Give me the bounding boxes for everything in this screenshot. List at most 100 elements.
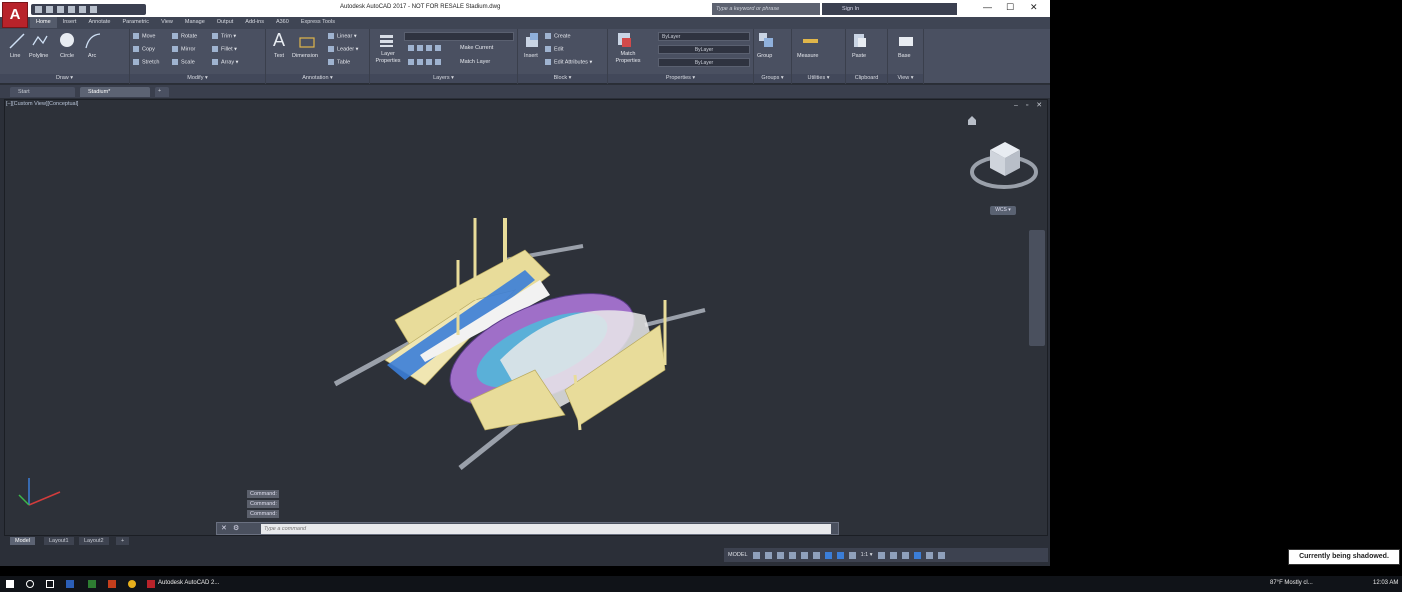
- rotate-button[interactable]: Rotate: [172, 33, 197, 39]
- match-properties-button[interactable]: Match Properties: [611, 51, 645, 65]
- hardware-acceleration-icon[interactable]: [913, 551, 921, 559]
- polyline-button[interactable]: Polyline: [29, 53, 48, 59]
- panel-annotation-title[interactable]: Annotation ▾: [266, 74, 369, 83]
- panel-block-title[interactable]: Block ▾: [518, 74, 607, 83]
- weather-widget[interactable]: 87°F Mostly cl...: [1270, 580, 1313, 586]
- circle-button[interactable]: Circle: [60, 53, 74, 59]
- copy-button[interactable]: Copy: [133, 46, 155, 52]
- stadium-model[interactable]: [5, 100, 1049, 537]
- search-input[interactable]: Type a keyword or phrase: [712, 3, 820, 15]
- new-tab-button[interactable]: +: [155, 87, 169, 97]
- wrench-icon[interactable]: ⚙: [233, 524, 239, 532]
- workspace-gear-icon[interactable]: [877, 551, 885, 559]
- tab-annotate[interactable]: Annotate: [82, 17, 116, 28]
- search-icon[interactable]: [26, 580, 34, 588]
- drawing-viewport[interactable]: [4, 99, 1048, 536]
- fillet-button[interactable]: Fillet ▾: [212, 46, 237, 52]
- command-input[interactable]: [261, 524, 831, 534]
- powerpoint-icon[interactable]: [108, 580, 116, 588]
- layer-tools-row-2[interactable]: [408, 59, 444, 65]
- tab-view[interactable]: View: [155, 17, 179, 28]
- linetype-dropdown[interactable]: ByLayer: [658, 45, 750, 54]
- maximize-button[interactable]: ☐: [1006, 2, 1014, 13]
- isolate-objects-icon[interactable]: [901, 551, 909, 559]
- panel-properties-title[interactable]: Properties ▾: [608, 74, 753, 83]
- arc-button[interactable]: Arc: [88, 53, 96, 59]
- tab-parametric[interactable]: Parametric: [116, 17, 155, 28]
- clock[interactable]: 12:03 AM: [1373, 580, 1398, 586]
- clean-screen-icon[interactable]: [925, 551, 933, 559]
- paste-button[interactable]: Paste: [852, 53, 866, 59]
- excel-icon[interactable]: [88, 580, 96, 588]
- layer-dropdown[interactable]: [404, 32, 514, 41]
- move-button[interactable]: Move: [133, 33, 155, 39]
- taskbar-app-label[interactable]: Autodesk AutoCAD 2...: [158, 580, 219, 586]
- sign-in-button[interactable]: Sign In: [822, 3, 957, 15]
- insert-button[interactable]: Insert: [524, 53, 538, 59]
- annotation-plus-icon[interactable]: [889, 551, 897, 559]
- selection-cycling-icon[interactable]: [836, 551, 844, 559]
- add-layout-button[interactable]: +: [116, 537, 130, 545]
- home-icon[interactable]: [968, 116, 976, 125]
- close-command-line-icon[interactable]: ✕: [221, 524, 227, 532]
- file-tab-stadium[interactable]: Stadium*: [80, 87, 150, 97]
- close-button[interactable]: ✕: [1030, 2, 1038, 13]
- task-view-icon[interactable]: [46, 580, 54, 588]
- viewport-label[interactable]: [–][Custom View][Conceptual]: [6, 101, 78, 107]
- layout-tab-layout1[interactable]: Layout1: [44, 537, 74, 545]
- leader-button[interactable]: Leader ▾: [328, 46, 358, 52]
- start-icon[interactable]: [6, 580, 14, 588]
- autocad-taskbar-icon[interactable]: [147, 580, 155, 588]
- navigation-bar[interactable]: [1029, 230, 1045, 346]
- dimension-button[interactable]: Dimension: [292, 53, 318, 59]
- color-dropdown[interactable]: ByLayer: [658, 32, 750, 41]
- tab-home[interactable]: Home: [30, 17, 57, 28]
- viewcube[interactable]: [970, 142, 1038, 189]
- stretch-button[interactable]: Stretch: [133, 59, 159, 65]
- array-button[interactable]: Array ▾: [212, 59, 238, 65]
- layer-tools-row-1[interactable]: [408, 45, 444, 51]
- model-space-button[interactable]: MODEL: [728, 552, 748, 558]
- tab-a360[interactable]: A360: [270, 17, 295, 28]
- ortho-icon[interactable]: [776, 551, 784, 559]
- dynamic-ucs-icon[interactable]: [824, 551, 832, 559]
- annotation-visibility-icon[interactable]: [848, 551, 856, 559]
- base-button[interactable]: Base: [898, 53, 911, 59]
- tab-manage[interactable]: Manage: [179, 17, 211, 28]
- layer-properties-button[interactable]: Layer Properties: [373, 51, 403, 65]
- scale-button[interactable]: Scale: [172, 59, 195, 65]
- group-button[interactable]: Group: [757, 53, 772, 59]
- panel-modify-title[interactable]: Modify ▾: [130, 74, 265, 83]
- panel-clipboard-title[interactable]: Clipboard: [846, 74, 887, 83]
- panel-view-title[interactable]: View ▾: [888, 74, 923, 83]
- panel-groups-title[interactable]: Groups ▾: [754, 74, 791, 83]
- otrack-icon[interactable]: [812, 551, 820, 559]
- layout-tab-model[interactable]: Model: [10, 537, 35, 545]
- table-button[interactable]: Table: [328, 59, 350, 65]
- lineweight-dropdown[interactable]: ByLayer: [658, 58, 750, 67]
- layout-tab-layout2[interactable]: Layout2: [79, 537, 109, 545]
- application-menu-button[interactable]: A: [2, 2, 28, 28]
- osnap-icon[interactable]: [800, 551, 808, 559]
- annotation-scale[interactable]: 1:1 ▾: [861, 552, 873, 558]
- minimize-button[interactable]: —: [983, 2, 992, 12]
- quick-access-toolbar[interactable]: [31, 4, 146, 15]
- customization-menu-icon[interactable]: [937, 551, 945, 559]
- match-layer-button[interactable]: Match Layer: [460, 59, 490, 65]
- grid-icon[interactable]: [752, 551, 760, 559]
- trim-button[interactable]: Trim ▾: [212, 33, 236, 39]
- line-button[interactable]: Line: [10, 53, 20, 59]
- viewport-controls[interactable]: – ▫ ✕: [1014, 101, 1045, 109]
- wcs-menu[interactable]: WCS ▾: [990, 206, 1016, 215]
- text-button[interactable]: Text: [274, 53, 284, 59]
- tab-express-tools[interactable]: Express Tools: [295, 17, 341, 28]
- outlook-icon[interactable]: [66, 580, 74, 588]
- edit-block-button[interactable]: Edit: [545, 46, 563, 52]
- snap-icon[interactable]: [764, 551, 772, 559]
- linear-button[interactable]: Linear ▾: [328, 33, 357, 39]
- edit-attributes-button[interactable]: Edit Attributes ▾: [545, 59, 592, 65]
- file-tab-start[interactable]: Start: [10, 87, 75, 97]
- tab-add-ins[interactable]: Add-ins: [239, 17, 270, 28]
- panel-draw-title[interactable]: Draw ▾: [0, 74, 129, 83]
- make-current-button[interactable]: Make Current: [460, 45, 493, 51]
